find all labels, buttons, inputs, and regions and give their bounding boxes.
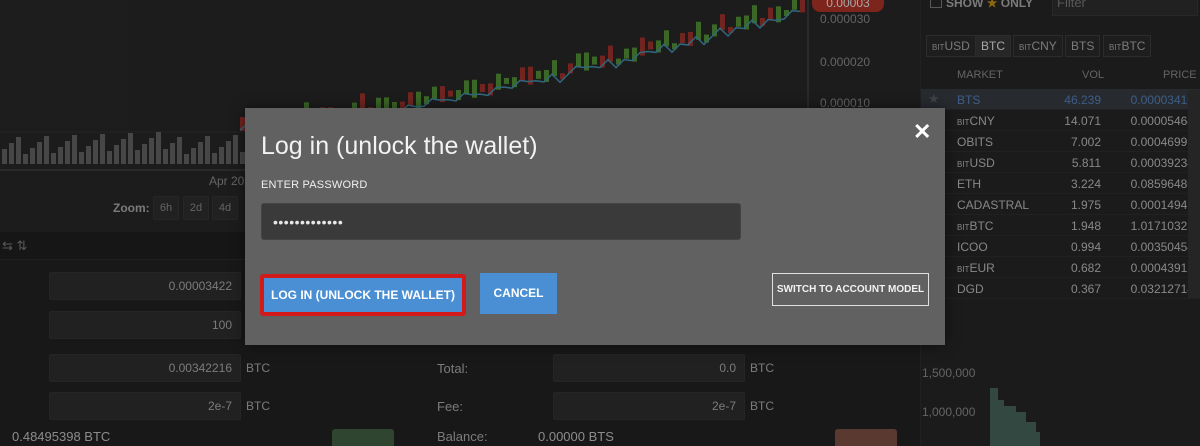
password-input[interactable]	[261, 203, 741, 240]
close-icon[interactable]: ✕	[913, 121, 931, 143]
modal-title: Log in (unlock the wallet)	[261, 132, 538, 160]
switch-to-account-model-button[interactable]: SWITCH TO ACCOUNT MODEL	[772, 273, 929, 306]
cancel-button[interactable]: CANCEL	[480, 273, 557, 314]
login-modal: Log in (unlock the wallet) ✕ ENTER PASSW…	[245, 108, 945, 345]
password-label: ENTER PASSWORD	[261, 179, 368, 191]
login-button[interactable]: LOG IN (UNLOCK THE WALLET)	[260, 274, 466, 316]
